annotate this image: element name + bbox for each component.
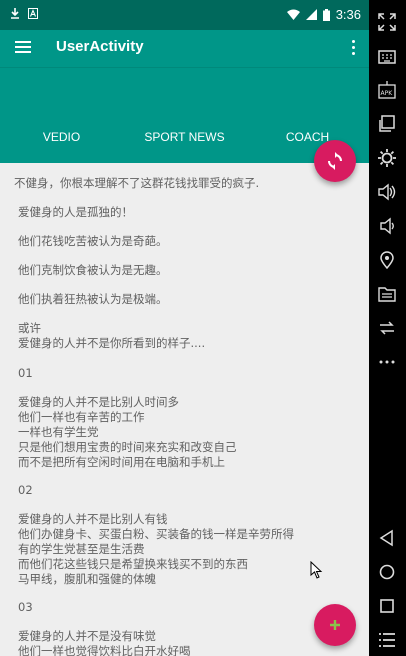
fullscreen-icon[interactable] <box>378 13 396 31</box>
article-paragraph: 爱健身的人并不是没有味觉 他们一样也觉得饮料比白开水好喝 <box>18 629 191 656</box>
section-number: 03 <box>18 600 33 614</box>
emulator-toolbar: APK <box>369 0 406 656</box>
section-number: 01 <box>18 366 33 380</box>
app-bar: UserActivity <box>0 30 369 67</box>
battery-icon <box>322 8 330 21</box>
article-content[interactable]: 不健身，你根本理解不了这群花钱找罪受的疯子. 爱健身的人是孤独的！ 他们花钱吃苦… <box>0 162 369 656</box>
location-icon[interactable] <box>378 251 396 269</box>
home-icon[interactable] <box>378 563 396 581</box>
svg-text:APK: APK <box>381 90 394 97</box>
add-fab[interactable] <box>314 604 356 646</box>
wifi-icon <box>286 9 300 20</box>
phone-screen: 3:36 UserActivity VEDIO SPORT NEWS COACH… <box>0 0 369 656</box>
article-paragraph: 爱健身的人并不是比别人时间多 他们一样也有辛苦的工作 一样也有学生党 只是他们想… <box>18 395 237 469</box>
hamburger-icon <box>15 41 31 43</box>
apk-icon[interactable]: APK <box>378 81 396 99</box>
folder-icon[interactable] <box>378 285 396 303</box>
list-icon[interactable] <box>378 631 396 649</box>
tab-vedio[interactable]: VEDIO <box>0 120 123 154</box>
volume-up-icon[interactable] <box>378 183 396 201</box>
volume-down-icon[interactable] <box>378 217 396 235</box>
section-number: 02 <box>18 483 33 497</box>
recents-icon[interactable] <box>378 597 396 615</box>
more-icon[interactable] <box>378 353 396 371</box>
status-bar: 3:36 <box>0 0 369 30</box>
signal-icon <box>305 9 317 20</box>
article-paragraph: 或许 爱健身的人并不是你所看到的样子.... <box>18 321 206 350</box>
refresh-fab[interactable] <box>314 140 356 182</box>
article-paragraph: 他们执着狂热被认为是极端。 <box>18 292 168 306</box>
menu-button[interactable] <box>15 39 31 55</box>
article-paragraph: 不健身，你根本理解不了这群花钱找罪受的疯子. <box>14 176 260 190</box>
tab-bar: VEDIO SPORT NEWS COACH <box>0 120 369 154</box>
article-paragraph: 爱健身的人并不是比别人有钱 他们办健身卡、买蛋白粉、买装备的钱一样是辛劳所得 有… <box>18 512 294 586</box>
mouse-cursor-icon <box>310 561 323 579</box>
tab-sport-news[interactable]: SPORT NEWS <box>123 120 246 154</box>
back-icon[interactable] <box>378 529 396 547</box>
article-paragraph: 他们克制饮食被认为是无趣。 <box>18 263 168 277</box>
add-icon <box>330 620 340 630</box>
refresh-icon <box>328 152 342 170</box>
article-paragraph: 他们花钱吃苦被认为是奇葩。 <box>18 234 168 248</box>
keyboard-icon[interactable] <box>378 48 396 66</box>
app-title: UserActivity <box>56 38 144 55</box>
rotate-icon[interactable] <box>378 319 396 337</box>
settings-icon[interactable] <box>378 149 396 167</box>
article-paragraph: 爱健身的人是孤独的！ <box>18 205 133 219</box>
overflow-menu-button[interactable] <box>351 40 357 56</box>
more-vert-icon <box>352 40 355 43</box>
notification-a-icon <box>28 8 38 19</box>
copy-icon[interactable] <box>378 115 396 133</box>
status-time: 3:36 <box>335 7 361 22</box>
download-icon <box>11 8 19 19</box>
